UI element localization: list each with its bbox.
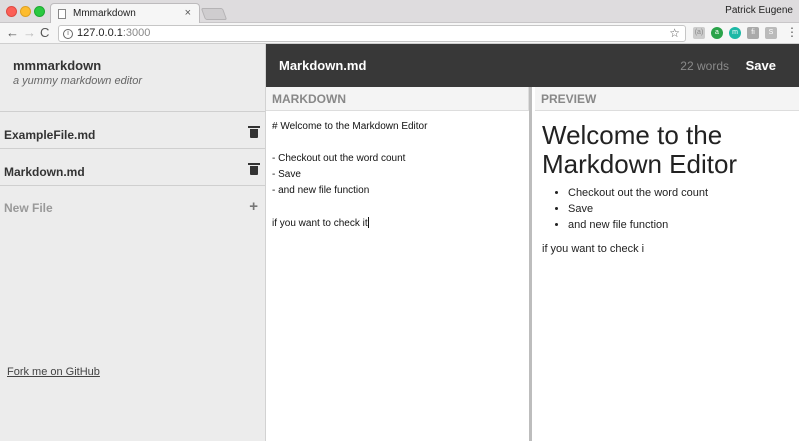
app-tagline: a yummy markdown editor	[13, 75, 142, 87]
markdown-line: - Save	[272, 169, 301, 180]
url-port: :3000	[122, 27, 151, 39]
extension-icon[interactable]: fi	[747, 27, 759, 39]
markdown-line: # Welcome to the Markdown Editor	[272, 121, 428, 132]
address-bar[interactable]: i 127.0.0.1:3000 ☆	[58, 25, 686, 42]
document-title: Markdown.md	[279, 58, 367, 73]
trash-icon[interactable]	[248, 163, 260, 175]
file-item-examplefile[interactable]: ExampleFile.md	[0, 112, 265, 149]
tab-close-icon[interactable]: ×	[185, 7, 191, 19]
file-name: ExampleFile.md	[4, 128, 96, 142]
markdown-pane-label: MARKDOWN	[266, 87, 529, 111]
close-window-button[interactable]	[6, 6, 17, 17]
markdown-line	[272, 201, 529, 217]
save-button[interactable]: Save	[746, 58, 776, 73]
back-arrow-icon[interactable]: ←	[6, 25, 19, 41]
preview-list-item: and new file function	[568, 217, 799, 233]
markdown-line: - Checkout out the word count	[272, 153, 406, 164]
trash-icon[interactable]	[248, 126, 260, 138]
forward-arrow-icon[interactable]: →	[23, 25, 36, 41]
browser-titlebar: Mmmarkdown × Patrick Eugene	[0, 0, 799, 24]
markdown-textarea[interactable]: # Welcome to the Markdown Editor - Check…	[266, 111, 529, 233]
minimize-window-button[interactable]	[20, 6, 31, 17]
document-header: Markdown.md 22 words Save	[266, 44, 799, 87]
extension-icon[interactable]: m	[729, 27, 741, 39]
markdown-line	[272, 137, 529, 153]
word-count: 22 words	[680, 59, 729, 73]
extension-icon[interactable]: a	[711, 27, 723, 39]
extension-icon[interactable]: S	[765, 27, 777, 39]
brand: mmmarkdown a yummy markdown editor	[0, 44, 265, 112]
markdown-line-last: if you want to check it	[272, 217, 529, 233]
file-item-markdown[interactable]: Markdown.md	[0, 149, 265, 186]
file-name: Markdown.md	[4, 165, 85, 179]
app-name: mmmarkdown	[13, 58, 102, 73]
app-root: mmmarkdown a yummy markdown editor Examp…	[0, 44, 799, 441]
github-link[interactable]: Fork me on GitHub	[7, 366, 100, 378]
editor-area: Markdown.md 22 words Save MARKDOWN # Wel…	[266, 44, 799, 441]
markdown-pane: MARKDOWN # Welcome to the Markdown Edito…	[266, 87, 532, 441]
browser-tab[interactable]: Mmmarkdown ×	[50, 3, 200, 24]
preview-content: Welcome to the Markdown Editor Checkout …	[535, 111, 799, 256]
preview-list-item: Save	[568, 201, 799, 217]
reload-icon[interactable]: C	[40, 25, 49, 41]
text-caret	[367, 217, 369, 228]
bookmark-star-icon[interactable]: ☆	[669, 26, 680, 40]
new-file-button[interactable]: New File +	[0, 186, 265, 224]
markdown-line: - and new file function	[272, 185, 370, 196]
preview-heading: Welcome to the Markdown Editor	[542, 120, 738, 179]
new-tab-button[interactable]	[200, 8, 228, 20]
browser-toolbar: ← → C i 127.0.0.1:3000 ☆ (a) a m fi S ⋮	[0, 23, 799, 44]
preview-list-item: Checkout out the word count	[568, 185, 799, 201]
browser-menu-icon[interactable]: ⋮	[786, 25, 798, 39]
new-file-label: New File	[4, 201, 53, 215]
tab-title: Mmmarkdown	[73, 8, 136, 19]
preview-pane: PREVIEW Welcome to the Markdown Editor C…	[535, 87, 799, 441]
preview-paragraph: if you want to check i	[542, 243, 645, 255]
url-host: 127.0.0.1	[77, 27, 123, 39]
plus-icon[interactable]: +	[249, 198, 258, 215]
extension-icon[interactable]: (a)	[693, 27, 705, 39]
sidebar: mmmarkdown a yummy markdown editor Examp…	[0, 44, 266, 441]
preview-pane-label: PREVIEW	[535, 87, 799, 111]
page-icon	[58, 9, 66, 19]
info-icon[interactable]: i	[63, 29, 73, 39]
markdown-line-text: if you want to check it	[272, 218, 368, 229]
zoom-window-button[interactable]	[34, 6, 45, 17]
preview-list: Checkout out the word count Save and new…	[542, 185, 799, 233]
profile-name[interactable]: Patrick Eugene	[725, 5, 793, 16]
